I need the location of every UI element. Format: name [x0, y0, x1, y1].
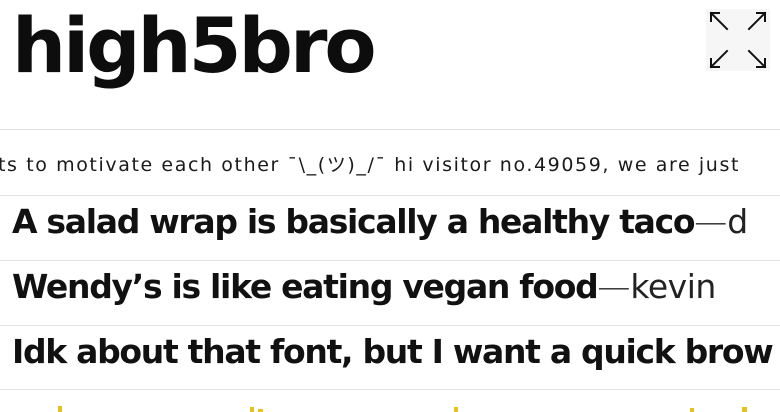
partial-row-fragments [58, 406, 747, 412]
quote-text: A salad wrap is basically a healthy taco [12, 202, 696, 241]
page: high5bro ts to motivate each other ¯\_(ツ… [0, 0, 780, 412]
quote-row[interactable]: Wendy’s is like eating vegan food—kevin [0, 261, 780, 325]
site-logo[interactable]: high5bro [12, 0, 377, 92]
quote-row-partial[interactable] [0, 390, 780, 412]
quote-row[interactable]: A salad wrap is basically a healthy taco… [0, 196, 780, 260]
quote-row[interactable]: Idk about that font, but I want a quick … [0, 326, 780, 390]
fullscreen-button[interactable] [706, 9, 770, 71]
quote-author: kevin [630, 267, 716, 306]
ticker-marquee: ts to motivate each other ¯\_(ツ)_/¯ hi v… [0, 130, 780, 195]
quote-text: Idk about that font, but I want a quick … [12, 332, 774, 371]
quote-text: Wendy’s is like eating vegan food [12, 267, 599, 306]
quote-author: d [727, 202, 748, 241]
quote-dash: — [597, 267, 631, 306]
ticker-text: ts to motivate each other ¯\_(ツ)_/¯ hi v… [0, 154, 740, 176]
expand-arrows-icon [709, 11, 767, 69]
quote-dash: — [694, 202, 728, 241]
